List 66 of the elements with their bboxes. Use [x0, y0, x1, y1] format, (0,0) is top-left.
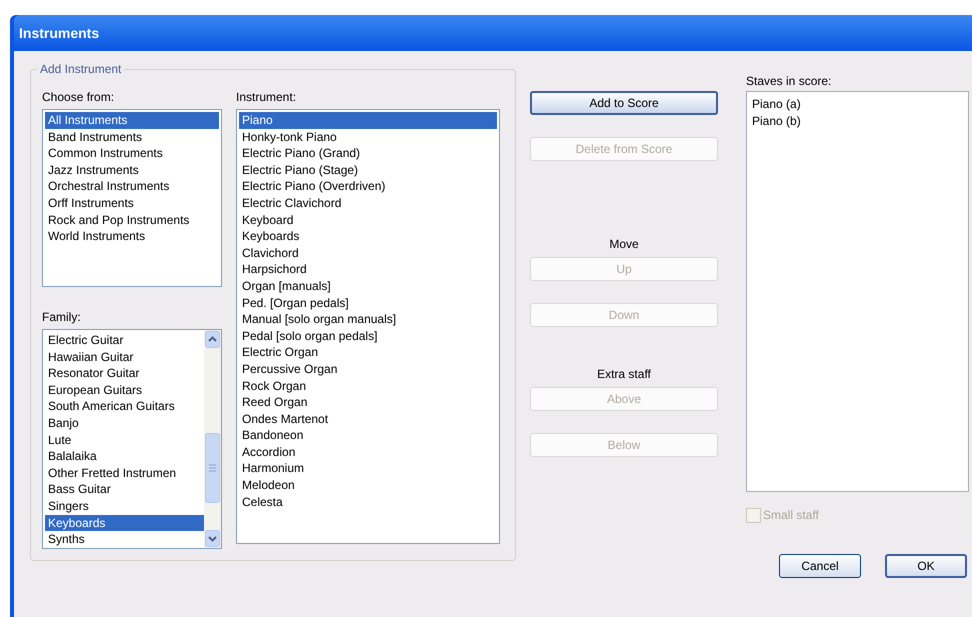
dialog-button[interactable]: OK [885, 554, 967, 578]
category-list[interactable]: All Instruments Band Instruments Common Instruments Jazz Instruments Orchestral Instruments Orff Instruments Rock and Pop Instruments World Instruments [42, 109, 222, 287]
list-item[interactable]: Piano [239, 112, 497, 129]
list-item[interactable]: Keyboards [239, 228, 497, 245]
list-item[interactable]: Resonator Guitar [45, 365, 204, 382]
list-item[interactable]: Other Fretted Instrumen [45, 464, 204, 482]
list-item[interactable]: World Instruments [45, 228, 219, 245]
checkbox-label: Small staff [763, 507, 819, 524]
list-item[interactable]: Organ [manuals] [239, 278, 497, 295]
list-item[interactable]: Accordion [239, 444, 497, 460]
list-item[interactable]: Jazz Instruments [45, 162, 219, 178]
list-item[interactable]: Electric Piano (Grand) [239, 145, 497, 162]
list-item[interactable]: Clavichord [239, 244, 497, 262]
list-label: Family: [42, 310, 81, 324]
list-item[interactable]: Harpsichord [239, 261, 497, 278]
list-item[interactable]: Band Instruments [45, 128, 219, 146]
staves-list[interactable]: Piano (a) Piano (b) [746, 91, 969, 492]
list-item[interactable]: Common Instruments [45, 145, 219, 162]
list-item[interactable]: Banjo [45, 414, 204, 432]
list-item[interactable]: Bass Guitar [45, 481, 204, 498]
scroll-down-icon[interactable] [205, 530, 220, 547]
list-item[interactable]: European Guitars [45, 382, 204, 398]
list-item[interactable]: Electric Guitar [45, 332, 204, 349]
scrollbar[interactable] [204, 330, 221, 548]
list-item[interactable]: Hawaiian Guitar [45, 348, 204, 366]
list-item[interactable]: Pedal [solo organ pedals] [239, 328, 497, 344]
list-item[interactable]: Orff Instruments [45, 194, 219, 212]
list-item[interactable]: South American Guitars [45, 398, 204, 415]
dialog-button[interactable]: Cancel [779, 554, 861, 578]
list-label: Staves in score: [746, 73, 832, 90]
list-item[interactable]: Harmonium [239, 460, 497, 478]
list-item[interactable]: Lute [45, 432, 204, 448]
list-item[interactable]: Electric Piano (Stage) [239, 162, 497, 178]
list-item[interactable]: Electric Organ [239, 344, 497, 361]
list-item[interactable]: Orchestral Instruments [45, 178, 219, 195]
list-label: Choose from: [42, 89, 116, 106]
list-item[interactable]: Singers [45, 498, 204, 515]
list-item[interactable]: Keyboards [45, 514, 204, 532]
list-item[interactable]: Electric Piano (Overdriven) [239, 178, 497, 195]
section-heading: Move [608, 236, 640, 253]
action-button[interactable]: Add to Score [530, 91, 718, 115]
instrument-list[interactable] [236, 109, 500, 544]
list-item[interactable]: Rock Organ [239, 378, 497, 394]
list-item[interactable]: Honky-tonk Piano [239, 128, 497, 146]
list-label: Instrument: [236, 89, 298, 106]
section-heading: Extra staff [596, 366, 652, 383]
list-item[interactable]: Balalaika [45, 448, 204, 465]
list-item[interactable]: Melodeon [239, 477, 497, 494]
family-list[interactable]: Electric Guitar Hawaiian Guitar Resonator Guitar European Guitars South American Guitars Banjo Lute Balalaika Other Fretted Instrumen Bass Guitar Singers Keyboards Synths [42, 329, 222, 549]
list-item[interactable]: Manual [solo organ manuals] [239, 311, 497, 328]
list-item[interactable]: Ondes Martenot [239, 410, 497, 428]
list-item[interactable]: Piano (a) [749, 96, 966, 113]
list-item[interactable]: Synths [45, 531, 204, 548]
window-title: Instruments [19, 24, 100, 42]
scroll-up-icon[interactable] [205, 331, 220, 348]
list-item[interactable]: Keyboard [239, 212, 497, 228]
list-item[interactable]: Bandoneon [239, 427, 497, 444]
scroll-thumb[interactable] [205, 433, 220, 503]
list-item[interactable]: Celesta [239, 494, 497, 510]
list-item[interactable]: Percussive Organ [239, 360, 497, 378]
list-item[interactable]: Rock and Pop Instruments [45, 212, 219, 228]
list-item[interactable]: Piano (b) [749, 112, 966, 130]
list-item[interactable]: Electric Clavichord [239, 194, 497, 212]
list-item[interactable]: All Instruments [45, 112, 219, 129]
list-item[interactable]: Ped. [Organ pedals] [239, 294, 497, 312]
list-item[interactable]: Reed Organ [239, 394, 497, 411]
